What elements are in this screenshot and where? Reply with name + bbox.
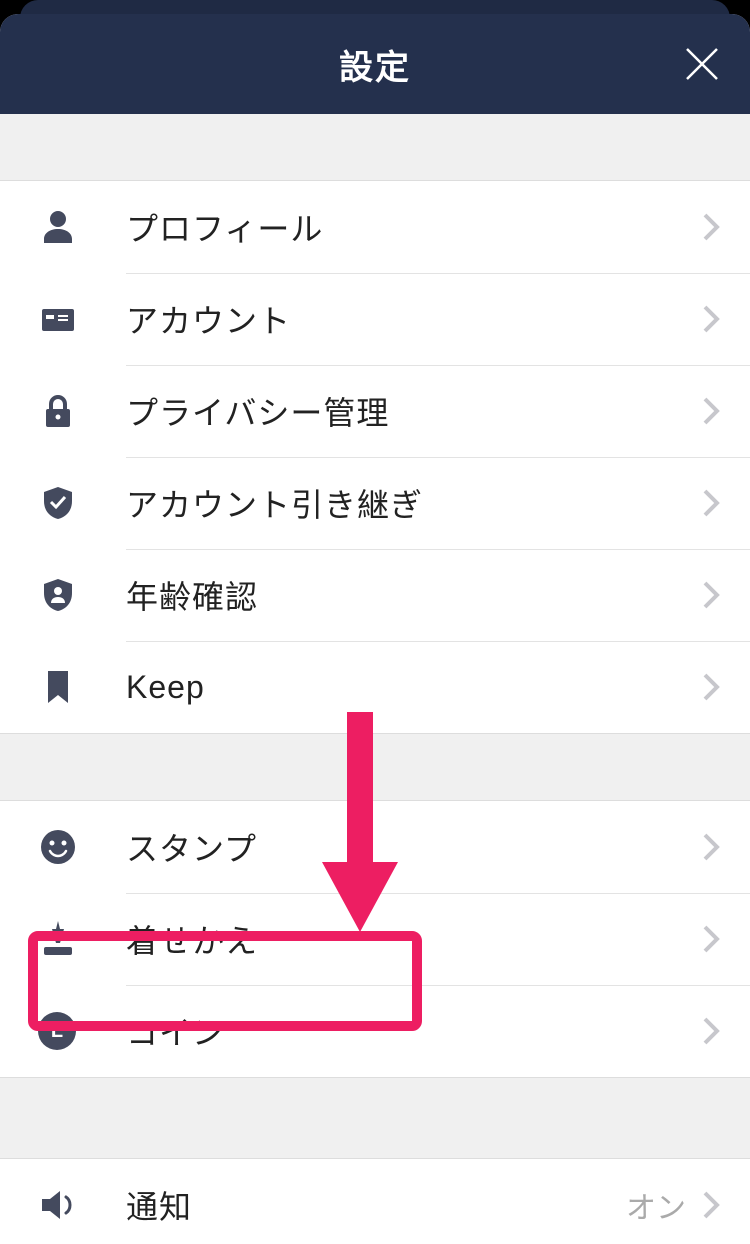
profile-icon [38,207,126,247]
chevron-right-icon [702,832,720,862]
row-label: コイン [126,1008,702,1054]
lock-icon [38,391,126,431]
coin-icon: L [38,1012,126,1050]
chevron-right-icon [702,672,720,702]
row-coin[interactable]: L コイン [0,985,750,1077]
row-label: アカウント [126,296,702,342]
shield-user-icon [38,575,126,615]
row-stamp[interactable]: スタンプ [0,801,750,893]
row-label: アカウント引き継ぎ [126,480,702,526]
chevron-right-icon [702,580,720,610]
settings-section-general: 通知 オン [0,1158,750,1244]
row-label: 通知 [126,1182,626,1228]
smile-icon [38,827,126,867]
row-label: プライバシー管理 [126,388,702,434]
row-value: オン [626,1183,686,1227]
header: 設定 [0,14,750,114]
close-icon [685,47,719,81]
row-profile[interactable]: プロフィール [0,181,750,273]
bookmark-icon [38,667,126,707]
row-label: プロフィール [126,204,702,250]
chevron-right-icon [702,924,720,954]
chevron-right-icon [702,1190,720,1220]
close-button[interactable] [682,44,722,84]
speaker-icon [38,1185,126,1225]
row-age-verification[interactable]: 年齢確認 [0,549,750,641]
row-account-transfer[interactable]: アカウント引き継ぎ [0,457,750,549]
row-account[interactable]: アカウント [0,273,750,365]
row-notifications[interactable]: 通知 オン [0,1159,750,1244]
shield-check-icon [38,483,126,523]
row-label: スタンプ [126,824,702,870]
chevron-right-icon [702,304,720,334]
chevron-right-icon [702,396,720,426]
chevron-right-icon [702,212,720,242]
chevron-right-icon [702,1016,720,1046]
row-label: 年齢確認 [126,572,702,618]
row-privacy[interactable]: プライバシー管理 [0,365,750,457]
settings-section-shop: スタンプ 着せかえ L コイン [0,800,750,1078]
brush-icon [38,919,126,959]
row-label: Keep [126,669,702,706]
row-keep[interactable]: Keep [0,641,750,733]
row-label: 着せかえ [126,916,702,962]
chevron-right-icon [702,488,720,518]
row-theme[interactable]: 着せかえ [0,893,750,985]
page-title: 設定 [339,40,411,89]
settings-section-account: プロフィール アカウント プライバシー管理 アカウント引き継ぎ [0,180,750,734]
account-icon [38,299,126,339]
